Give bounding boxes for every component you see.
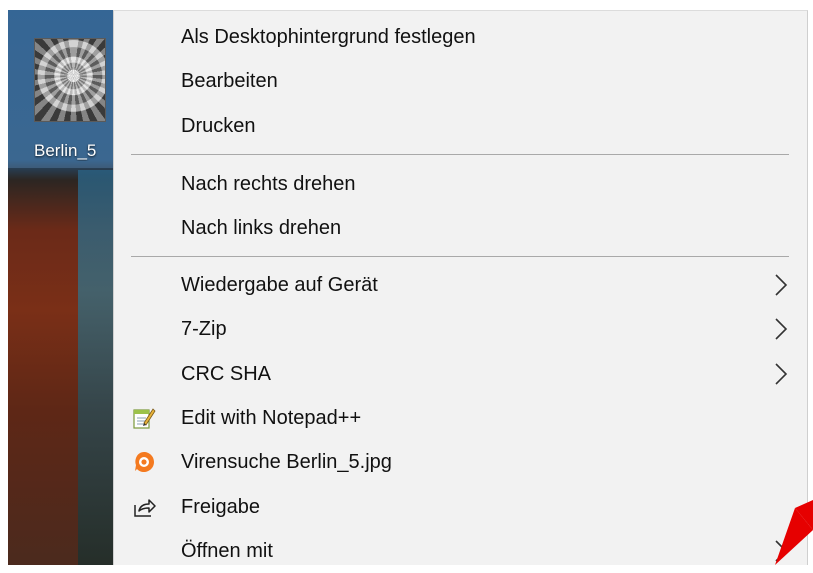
notepad-plus-plus-icon [132, 406, 156, 430]
menu-item-rotate-left[interactable]: Nach links drehen [114, 206, 807, 250]
avast-icon [132, 450, 156, 474]
menu-item-edit[interactable]: Bearbeiten [114, 59, 807, 103]
menu-item-label: Virensuche Berlin_5.jpg [181, 450, 392, 473]
share-icon [132, 495, 156, 519]
red-arrow-annotation [775, 500, 813, 565]
menu-item-cast-to-device[interactable]: Wiedergabe auf Gerät [114, 263, 807, 307]
context-menu: Als Desktophintergrund festlegen Bearbei… [113, 10, 808, 565]
menu-item-label: Drucken [181, 114, 256, 137]
menu-separator [131, 256, 789, 257]
menu-item-label: Wiedergabe auf Gerät [181, 273, 378, 296]
desktop-file-label[interactable]: Berlin_5 [34, 141, 114, 161]
menu-item-label: CRC SHA [181, 362, 272, 385]
chevron-right-icon [775, 274, 788, 296]
menu-item-label: Edit with Notepad++ [181, 406, 362, 429]
desktop-wallpaper-detail [78, 170, 113, 565]
menu-item-share[interactable]: Freigabe [114, 485, 807, 529]
menu-item-open-with[interactable]: Öffnen mit [114, 529, 807, 573]
menu-item-label: Öffnen mit [181, 539, 273, 562]
menu-item-label: Bearbeiten [181, 69, 278, 92]
menu-item-rotate-right[interactable]: Nach rechts drehen [114, 162, 807, 206]
menu-item-label: 7-Zip [181, 317, 227, 340]
menu-item-crc-sha[interactable]: CRC SHA [114, 352, 807, 396]
menu-item-label: Nach links drehen [181, 216, 342, 239]
menu-item-virus-scan[interactable]: Virensuche Berlin_5.jpg [114, 440, 807, 484]
menu-item-7zip[interactable]: 7-Zip [114, 307, 807, 351]
file-thumbnail[interactable] [34, 38, 106, 122]
menu-item-print[interactable]: Drucken [114, 104, 807, 148]
chevron-right-icon [775, 318, 788, 340]
menu-item-set-as-desktop-background[interactable]: Als Desktophintergrund festlegen [114, 15, 807, 59]
menu-item-label: Freigabe [181, 495, 260, 518]
menu-item-label: Als Desktophintergrund festlegen [181, 25, 476, 48]
menu-separator [131, 154, 789, 155]
menu-item-edit-with-notepad-plus-plus[interactable]: Edit with Notepad++ [114, 396, 807, 440]
menu-item-label: Nach rechts drehen [181, 172, 356, 195]
chevron-right-icon [775, 363, 788, 385]
